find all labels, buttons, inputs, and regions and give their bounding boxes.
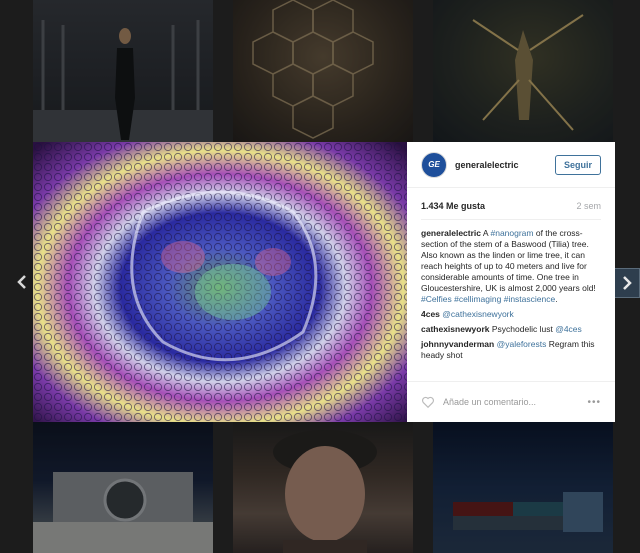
post-username[interactable]: generalelectric [455, 160, 519, 170]
post-photo[interactable] [33, 142, 407, 422]
post-details-panel: GE generalelectric Seguir 1.434 Me gusta… [407, 142, 615, 422]
heart-icon[interactable] [421, 395, 435, 409]
caption-username[interactable]: generalelectric [421, 228, 481, 238]
grid-thumbnail-turbine[interactable] [33, 422, 213, 553]
post-modal: GE generalelectric Seguir 1.434 Me gusta… [33, 142, 615, 422]
post-header: GE generalelectric Seguir [407, 142, 615, 188]
post-stats: 1.434 Me gusta 2 sem [421, 201, 601, 220]
post-timestamp[interactable]: 2 sem [576, 201, 601, 211]
ge-logo: GE [428, 160, 440, 169]
grid-thumbnail-insect[interactable] [433, 0, 613, 142]
caption: generalelectric A #nanogram of the cross… [421, 228, 601, 305]
mention-link[interactable]: @yaleforests [497, 339, 547, 349]
comment-item: johnnyvanderman @yaleforests Regram this… [421, 339, 601, 361]
comment-username[interactable]: cathexisnewyork [421, 324, 490, 334]
hashtag-link[interactable]: #instascience [504, 294, 556, 304]
likes-count[interactable]: 1.434 Me gusta [421, 201, 485, 211]
mention-link[interactable]: @cathexisnewyork [442, 309, 513, 319]
follow-button[interactable]: Seguir [554, 154, 601, 175]
comment-username[interactable]: johnnyvanderman [421, 339, 494, 349]
grid-thumbnail-containers[interactable] [433, 422, 613, 553]
comment-item: 4ces @cathexisnewyork [421, 309, 601, 320]
add-comment-bar: Añade un comentario... ••• [407, 381, 615, 422]
comment-username[interactable]: 4ces [421, 309, 440, 319]
more-options-button[interactable]: ••• [587, 397, 601, 408]
previous-post-button[interactable] [10, 268, 34, 296]
comment-input[interactable]: Añade un comentario... [443, 397, 536, 407]
hashtag-link[interactable]: #Celfies [421, 294, 452, 304]
chevron-left-icon [17, 275, 26, 289]
next-post-button[interactable] [614, 268, 640, 298]
micrograph-image [33, 142, 407, 422]
mention-link[interactable]: @4ces [555, 324, 582, 334]
avatar[interactable]: GE [421, 151, 447, 178]
chevron-right-icon [623, 276, 632, 290]
hashtag-link[interactable]: #cellimaging [454, 294, 501, 304]
comment-text: Psychodelic lust [489, 324, 556, 334]
grid-thumbnail-portrait[interactable] [233, 422, 413, 553]
hashtag-link[interactable]: #nanogram [490, 228, 533, 238]
grid-thumbnail-honeycomb[interactable] [233, 0, 413, 142]
caption-text: . [555, 294, 558, 304]
comment-item: cathexisnewyork Psychodelic lust @4ces [421, 324, 601, 335]
grid-thumbnail-warehouse[interactable] [33, 0, 213, 142]
comments-list: generalelectric A #nanogram of the cross… [421, 228, 601, 361]
